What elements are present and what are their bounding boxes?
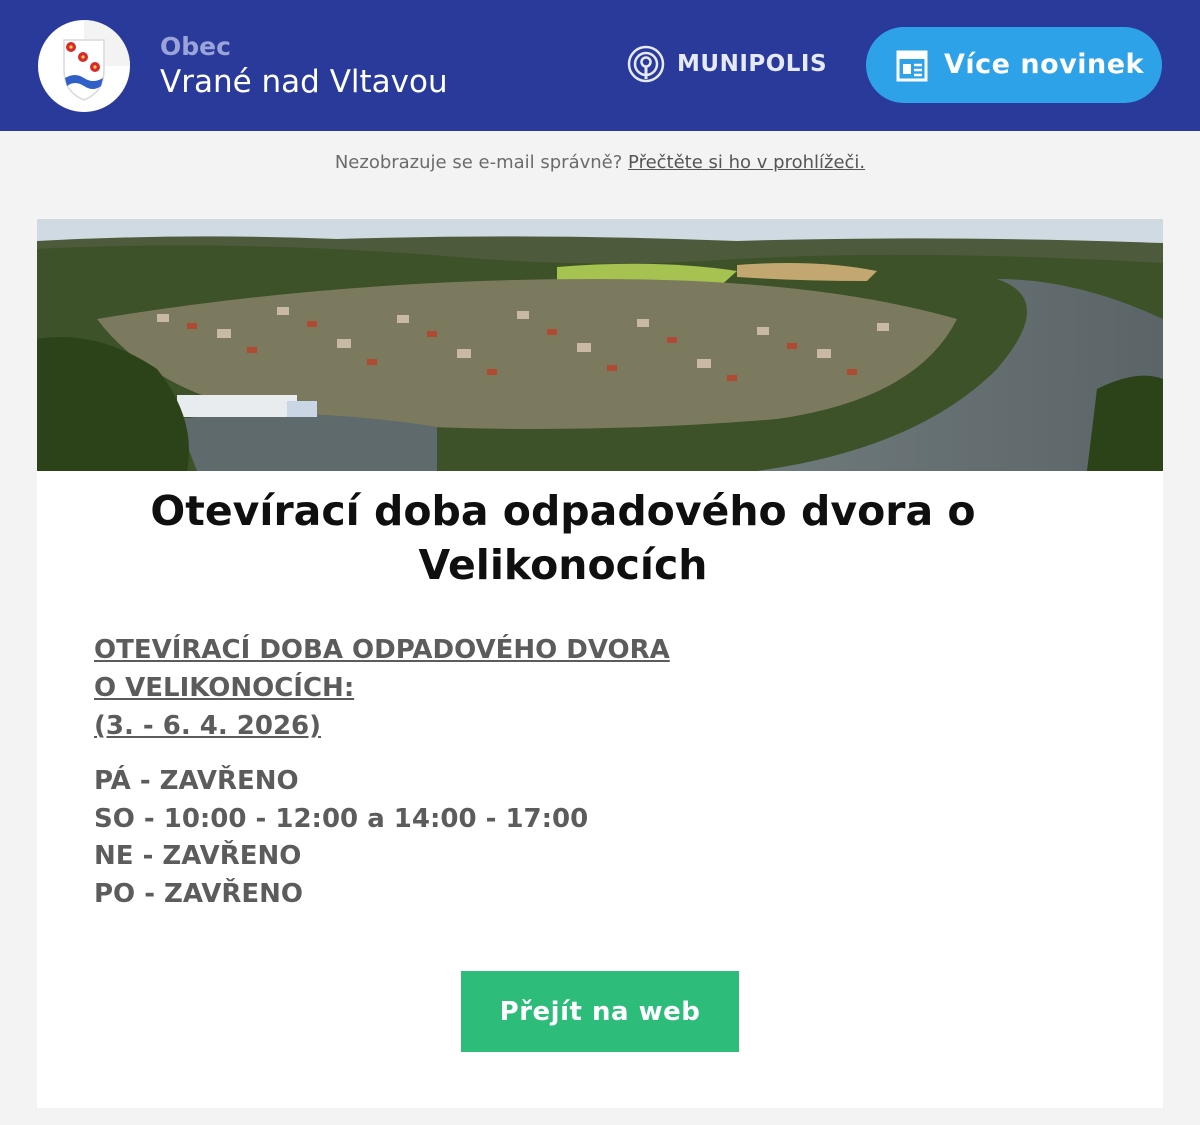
- hero-image: [37, 219, 1163, 471]
- date-range: (3. - 6. 4. 2026): [94, 711, 322, 741]
- subheading-block: OTEVÍRACÍ DOBA ODPADOVÉHO DVORA O VELIKO…: [94, 631, 670, 745]
- preheader: Nezobrazuje se e-mail správně? Přečtěte …: [0, 152, 1200, 173]
- view-in-browser-link[interactable]: Přečtěte si ho v prohlížeči.: [628, 152, 865, 173]
- opening-hours-list: PÁ - ZAVŘENO SO - 10:00 - 12:00 a 14:00 …: [94, 763, 588, 913]
- email-header: Obec Vrané nad Vltavou MUNIPOLIS Více no…: [0, 0, 1200, 131]
- municipality-type-label: Obec: [160, 32, 231, 61]
- subheading-line: O VELIKONOCÍCH:: [94, 673, 355, 703]
- go-to-web-label: Přejít na web: [499, 996, 701, 1027]
- municipality-name: Vrané nad Vltavou: [160, 64, 448, 100]
- article-card: OTEVÍRACÍ DOBA ODPADOVÉHO DVORA O VELIKO…: [37, 219, 1163, 1108]
- preheader-text: Nezobrazuje se e-mail správně?: [334, 152, 623, 173]
- more-news-button[interactable]: Více novinek: [866, 27, 1162, 103]
- article-title: Otevírací doba odpadového dvora o Veliko…: [40, 484, 1086, 592]
- go-to-web-button[interactable]: Přejít na web: [461, 971, 739, 1052]
- newspaper-icon: [896, 50, 928, 82]
- title-line: Otevírací doba odpadového dvora o: [150, 487, 976, 535]
- coat-of-arms-logo[interactable]: [38, 20, 130, 112]
- more-news-label: Více novinek: [944, 49, 1144, 80]
- hours-item: PÁ - ZAVŘENO: [94, 766, 299, 796]
- subheading-line: OTEVÍRACÍ DOBA ODPADOVÉHO DVORA: [94, 635, 670, 665]
- hours-item: SO - 10:00 - 12:00 a 14:00 - 17:00: [94, 803, 589, 834]
- hours-item: NE - ZAVŘENO: [94, 841, 302, 871]
- title-line: Velikonocích: [418, 541, 708, 589]
- hours-item: PO - ZAVŘENO: [94, 878, 304, 909]
- munipolis-brand-text: MUNIPOLIS: [677, 51, 828, 77]
- broadcast-icon: [627, 45, 665, 83]
- munipolis-logo[interactable]: MUNIPOLIS: [627, 44, 827, 84]
